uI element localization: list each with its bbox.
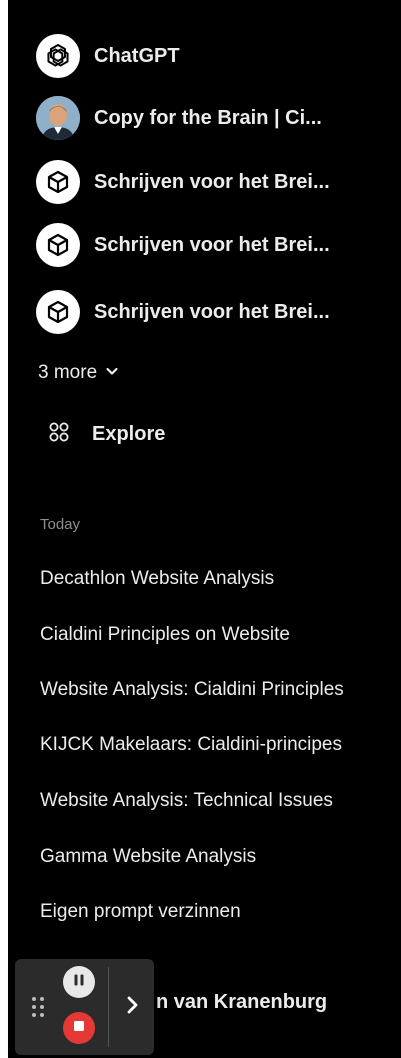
gpt-item-label: Copy for the Brain | Ci... [94, 106, 322, 129]
expand-button[interactable] [121, 989, 145, 1025]
gpt-item-schrijven-2[interactable]: Schrijven voor het Brei... [36, 222, 376, 268]
pause-icon [72, 973, 86, 992]
gpt-item-chatgpt[interactable]: ChatGPT [36, 33, 376, 79]
stop-button[interactable] [63, 1012, 95, 1044]
pause-button[interactable] [63, 966, 95, 998]
cube-icon [36, 290, 80, 334]
history-item[interactable]: Website Analysis: Technical Issues [40, 790, 380, 812]
show-more-button[interactable]: 3 more [38, 362, 119, 384]
history-item[interactable]: Website Analysis: Cialdini Principles [40, 679, 380, 701]
gpt-item-schrijven-3[interactable]: Schrijven voor het Brei... [36, 289, 376, 335]
gpt-item-label: Schrijven voor het Brei... [94, 300, 330, 323]
divider [108, 967, 109, 1047]
history-item[interactable]: Decathlon Website Analysis [40, 568, 380, 590]
drag-handle-icon[interactable] [31, 995, 45, 1019]
stop-icon [73, 1019, 85, 1037]
chevron-right-icon [126, 995, 140, 1020]
history-item[interactable]: Eigen prompt verzinnen [40, 901, 380, 923]
recording-control-widget [15, 959, 154, 1055]
sidebar: ChatGPT Copy for the Brain | Ci... Schri… [8, 0, 401, 1058]
explore-label: Explore [92, 422, 166, 445]
grid-circles-icon [48, 421, 70, 448]
cube-icon [36, 223, 80, 267]
gpt-item-label: Schrijven voor het Brei... [94, 170, 330, 193]
user-profile-name[interactable]: n van Kranenburg [156, 991, 327, 1014]
openai-logo-icon [36, 34, 80, 78]
gpt-item-label: ChatGPT [94, 44, 180, 67]
history-item[interactable]: Gamma Website Analysis [40, 846, 380, 868]
show-more-label: 3 more [38, 362, 98, 383]
cube-icon [36, 160, 80, 204]
history-item[interactable]: Cialdini Principles on Website [40, 624, 380, 646]
explore-button[interactable]: Explore [48, 416, 165, 452]
avatar [36, 96, 80, 140]
gpt-item-copy-for-the-brain[interactable]: Copy for the Brain | Ci... [36, 95, 376, 141]
history-item[interactable]: KIJCK Makelaars: Cialdini-principes [40, 734, 380, 756]
history-section-label: Today [40, 516, 81, 533]
gpt-item-schrijven-1[interactable]: Schrijven voor het Brei... [36, 159, 376, 205]
gpt-item-label: Schrijven voor het Brei... [94, 233, 330, 256]
chevron-down-icon [105, 362, 119, 384]
